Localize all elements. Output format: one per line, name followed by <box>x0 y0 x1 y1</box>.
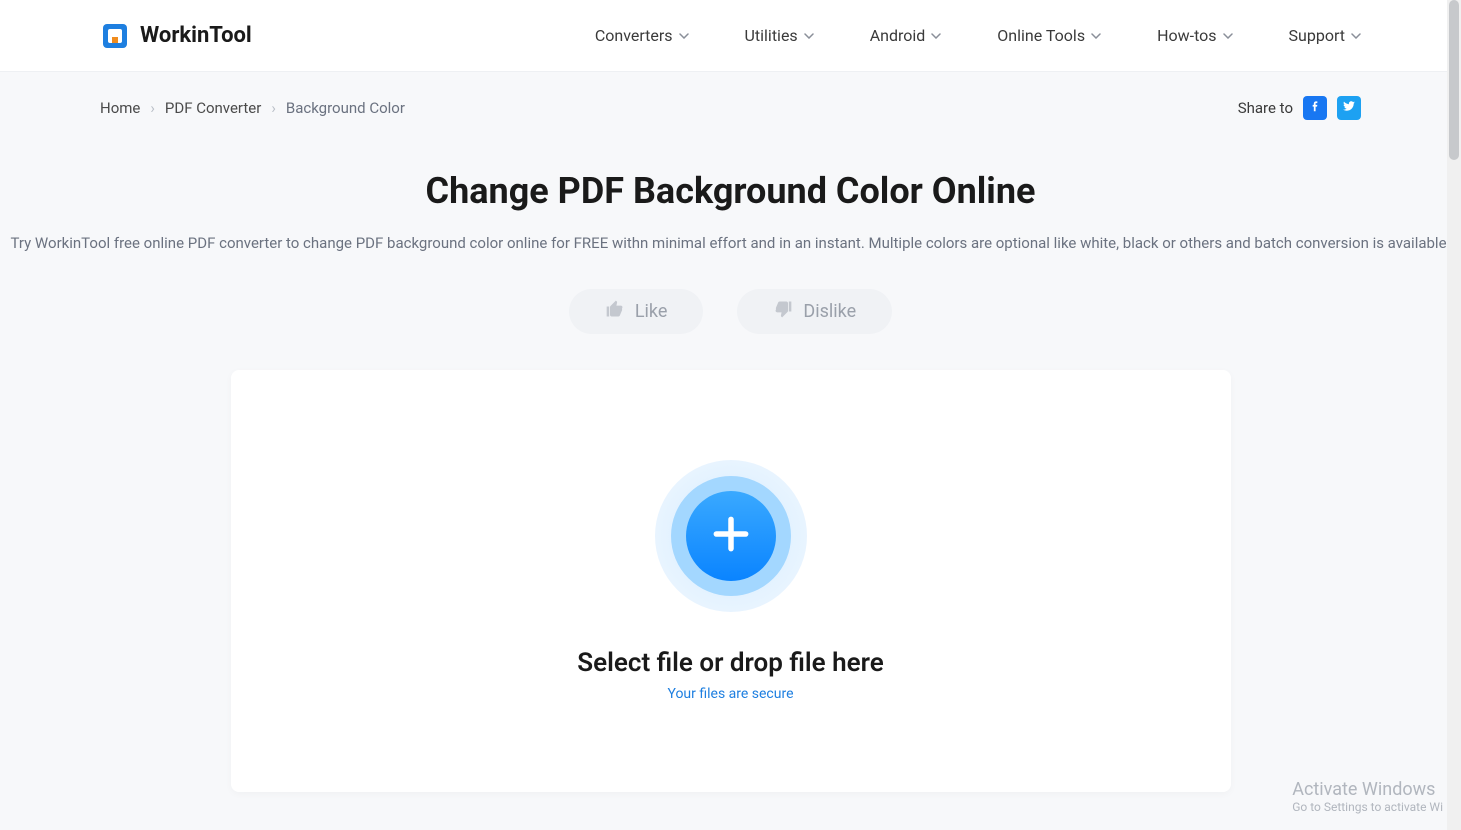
breadcrumb-current: Background Color <box>286 99 405 117</box>
upload-dropzone[interactable]: Select file or drop file here Your files… <box>231 370 1231 792</box>
breadcrumb-pdf-converter[interactable]: PDF Converter <box>165 99 261 117</box>
nav-item-label: Converters <box>595 26 673 45</box>
upload-orb-ring <box>671 476 791 596</box>
nav-how-tos[interactable]: How-tos <box>1157 26 1232 45</box>
chevron-right-icon: › <box>271 99 276 117</box>
plus-icon <box>709 512 753 560</box>
share-panel: Share to <box>1238 96 1361 120</box>
share-label: Share to <box>1238 99 1293 117</box>
chevron-down-icon <box>1223 31 1233 41</box>
chevron-right-icon: › <box>150 99 155 117</box>
chevron-down-icon <box>804 31 814 41</box>
twitter-icon <box>1342 99 1356 117</box>
upload-secure-link[interactable]: Your files are secure <box>667 686 793 702</box>
share-twitter-button[interactable] <box>1337 96 1361 120</box>
upload-orb-core <box>686 491 776 581</box>
chevron-down-icon <box>1091 31 1101 41</box>
nav-item-label: Online Tools <box>997 26 1085 45</box>
like-button[interactable]: Like <box>569 289 704 334</box>
nav-item-label: Support <box>1289 26 1345 45</box>
breadcrumb-row: Home › PDF Converter › Background Color … <box>0 72 1461 130</box>
logo-text: WorkinTool <box>140 23 252 48</box>
nav-utilities[interactable]: Utilities <box>745 26 814 45</box>
breadcrumb: Home › PDF Converter › Background Color <box>100 99 405 117</box>
nav-item-label: Android <box>870 26 926 45</box>
upload-title: Select file or drop file here <box>577 648 883 678</box>
share-facebook-button[interactable] <box>1303 96 1327 120</box>
nav-converters[interactable]: Converters <box>595 26 689 45</box>
upload-button[interactable] <box>655 460 807 612</box>
thumbs-up-icon <box>605 299 625 324</box>
nav-online-tools[interactable]: Online Tools <box>997 26 1101 45</box>
facebook-icon <box>1308 99 1322 117</box>
vote-row: Like Dislike <box>0 289 1461 334</box>
watermark-sub: Go to Settings to activate Wi <box>1292 800 1443 814</box>
chevron-down-icon <box>931 31 941 41</box>
page-description: Try WorkinTool free online PDF converter… <box>0 232 1461 255</box>
nav-android[interactable]: Android <box>870 26 942 45</box>
header: WorkinTool Converters Utilities Android … <box>0 0 1461 72</box>
page-title: Change PDF Background Color Online <box>0 170 1461 212</box>
dislike-button[interactable]: Dislike <box>737 289 892 334</box>
nav-item-label: How-tos <box>1157 26 1216 45</box>
nav-support[interactable]: Support <box>1289 26 1361 45</box>
thumbs-down-icon <box>773 299 793 324</box>
breadcrumb-home[interactable]: Home <box>100 99 140 117</box>
nav-item-label: Utilities <box>745 26 798 45</box>
logo[interactable]: WorkinTool <box>100 21 252 51</box>
main-nav: Converters Utilities Android Online Tool… <box>595 26 1361 45</box>
scrollbar-thumb[interactable] <box>1449 0 1459 160</box>
scrollbar[interactable] <box>1447 0 1461 830</box>
chevron-down-icon <box>679 31 689 41</box>
dislike-label: Dislike <box>803 301 856 322</box>
like-label: Like <box>635 301 668 322</box>
logo-icon <box>100 21 130 51</box>
chevron-down-icon <box>1351 31 1361 41</box>
